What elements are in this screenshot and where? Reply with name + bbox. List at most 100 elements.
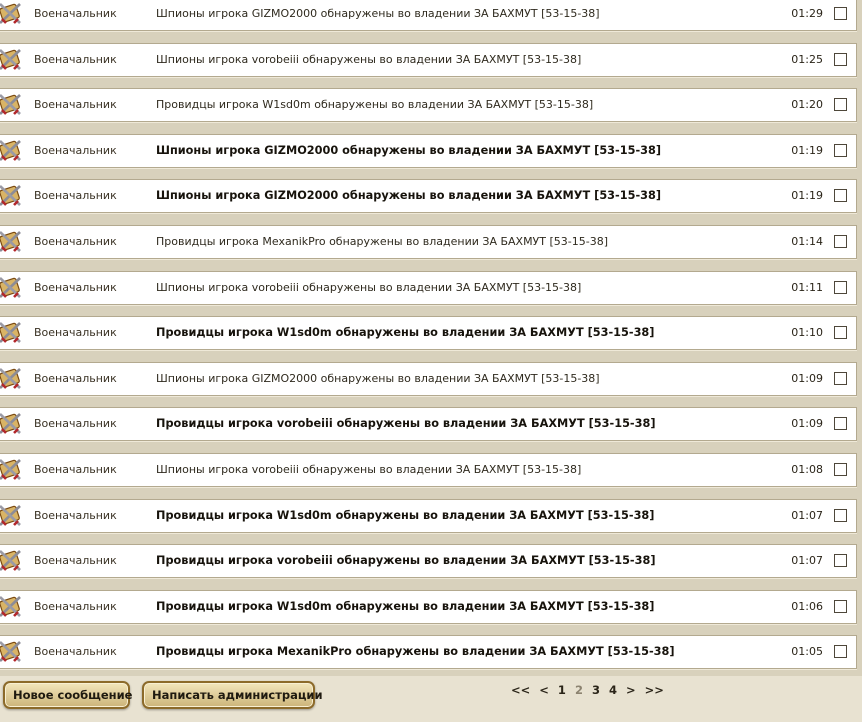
message-row[interactable]: Военачальник Провидцы игрока W1sd0m обна…	[0, 499, 857, 533]
write-admin-button[interactable]: Написать администрации	[142, 681, 323, 709]
message-checkbox[interactable]	[834, 554, 847, 567]
message-sender[interactable]: Военачальник	[34, 363, 117, 395]
message-row[interactable]: Военачальник Провидцы игрока W1sd0m обна…	[0, 590, 857, 624]
message-row[interactable]: Военачальник Провидцы игрока W1sd0m обна…	[0, 88, 857, 122]
message-time: 01:19	[791, 144, 823, 157]
message-subject[interactable]: Шпионы игрока GIZMO2000 обнаружены во вл…	[156, 135, 661, 167]
message-row[interactable]: Военачальник Провидцы игрока vorobeiii о…	[0, 544, 857, 578]
message-checkbox[interactable]	[834, 144, 847, 157]
message-sender[interactable]: Военачальник	[34, 89, 117, 121]
pagination-last[interactable]: >>	[645, 683, 664, 699]
crossed-swords-scroll-icon	[0, 140, 21, 161]
message-subject[interactable]: Шпионы игрока vorobeiii обнаружены во вл…	[156, 272, 581, 304]
message-checkbox[interactable]	[834, 7, 847, 20]
crossed-swords-scroll-icon	[0, 3, 21, 24]
message-row[interactable]: Военачальник Провидцы игрока MexanikPro …	[0, 225, 857, 259]
message-checkbox[interactable]	[834, 281, 847, 294]
crossed-swords-scroll-icon	[0, 505, 21, 526]
message-row[interactable]: Военачальник Шпионы игрока GIZMO2000 обн…	[0, 179, 857, 213]
message-subject[interactable]: Провидцы игрока W1sd0m обнаружены во вла…	[156, 500, 654, 532]
crossed-swords-scroll-icon	[0, 368, 21, 389]
pagination-page-3[interactable]: 3	[592, 683, 600, 699]
message-checkbox[interactable]	[834, 235, 847, 248]
pagination-next[interactable]: >	[626, 683, 636, 699]
message-row[interactable]: Военачальник Шпионы игрока vorobeiii обн…	[0, 43, 857, 77]
message-checkbox[interactable]	[834, 326, 847, 339]
message-footer: Новое сообщение Написать администрации <…	[0, 676, 862, 722]
message-sender[interactable]: Военачальник	[34, 500, 117, 532]
message-sender[interactable]: Военачальник	[34, 44, 117, 76]
message-row[interactable]: Военачальник Провидцы игрока MexanikPro …	[0, 635, 857, 669]
message-row[interactable]: Военачальник Шпионы игрока GIZMO2000 обн…	[0, 362, 857, 396]
message-time: 01:29	[791, 7, 823, 20]
crossed-swords-scroll-icon	[0, 596, 21, 617]
message-sender[interactable]: Военачальник	[34, 180, 117, 212]
message-time: 01:20	[791, 98, 823, 111]
message-checkbox[interactable]	[834, 600, 847, 613]
message-time: 01:09	[791, 417, 823, 430]
message-list: Военачальник Шпионы игрока GIZMO2000 обн…	[0, 0, 862, 676]
message-subject[interactable]: Провидцы игрока vorobeiii обнаружены во …	[156, 545, 656, 577]
message-subject[interactable]: Шпионы игрока GIZMO2000 обнаружены во вл…	[156, 180, 661, 212]
message-time: 01:07	[791, 554, 823, 567]
message-subject[interactable]: Провидцы игрока vorobeiii обнаружены во …	[156, 408, 656, 440]
message-sender[interactable]: Военачальник	[34, 135, 117, 167]
message-checkbox[interactable]	[834, 53, 847, 66]
pagination-page-2-current: 2	[574, 683, 583, 697]
crossed-swords-scroll-icon	[0, 49, 21, 70]
crossed-swords-scroll-icon	[0, 413, 21, 434]
message-row[interactable]: Военачальник Провидцы игрока vorobeiii о…	[0, 407, 857, 441]
message-checkbox[interactable]	[834, 509, 847, 522]
message-sender[interactable]: Военачальник	[34, 591, 117, 623]
message-subject[interactable]: Провидцы игрока W1sd0m обнаружены во вла…	[156, 591, 654, 623]
message-sender[interactable]: Военачальник	[34, 0, 117, 30]
message-subject[interactable]: Провидцы игрока MexanikPro обнаружены во…	[156, 226, 608, 258]
message-time: 01:25	[791, 53, 823, 66]
message-sender[interactable]: Военачальник	[34, 272, 117, 304]
message-sender[interactable]: Военачальник	[34, 636, 117, 668]
message-checkbox[interactable]	[834, 417, 847, 430]
message-time: 01:11	[791, 281, 823, 294]
message-row[interactable]: Военачальник Провидцы игрока W1sd0m обна…	[0, 316, 857, 350]
crossed-swords-scroll-icon	[0, 322, 21, 343]
crossed-swords-scroll-icon	[0, 550, 21, 571]
message-sender[interactable]: Военачальник	[34, 454, 117, 486]
message-time: 01:07	[791, 509, 823, 522]
crossed-swords-scroll-icon	[0, 231, 21, 252]
message-subject[interactable]: Шпионы игрока GIZMO2000 обнаружены во вл…	[156, 363, 600, 395]
message-row[interactable]: Военачальник Шпионы игрока GIZMO2000 обн…	[0, 0, 857, 31]
message-subject[interactable]: Шпионы игрока vorobeiii обнаружены во вл…	[156, 454, 581, 486]
message-row[interactable]: Военачальник Шпионы игрока vorobeiii обн…	[0, 271, 857, 305]
message-checkbox[interactable]	[834, 98, 847, 111]
message-time: 01:08	[791, 463, 823, 476]
crossed-swords-scroll-icon	[0, 277, 21, 298]
message-row[interactable]: Военачальник Шпионы игрока GIZMO2000 обн…	[0, 134, 857, 168]
message-subject[interactable]: Провидцы игрока MexanikPro обнаружены во…	[156, 636, 675, 668]
pagination-first[interactable]: <<	[511, 683, 530, 699]
crossed-swords-scroll-icon	[0, 641, 21, 662]
message-sender[interactable]: Военачальник	[34, 226, 117, 258]
message-sender[interactable]: Военачальник	[34, 545, 117, 577]
message-checkbox[interactable]	[834, 463, 847, 476]
message-subject[interactable]: Шпионы игрока vorobeiii обнаружены во вл…	[156, 44, 581, 76]
message-checkbox[interactable]	[834, 645, 847, 658]
message-time: 01:19	[791, 189, 823, 202]
message-time: 01:06	[791, 600, 823, 613]
pagination-prev[interactable]: <	[539, 683, 549, 699]
message-sender[interactable]: Военачальник	[34, 408, 117, 440]
message-sender[interactable]: Военачальник	[34, 317, 117, 349]
crossed-swords-scroll-icon	[0, 459, 21, 480]
crossed-swords-scroll-icon	[0, 94, 21, 115]
message-time: 01:10	[791, 326, 823, 339]
message-subject[interactable]: Провидцы игрока W1sd0m обнаружены во вла…	[156, 317, 654, 349]
message-checkbox[interactable]	[834, 372, 847, 385]
message-time: 01:05	[791, 645, 823, 658]
message-time: 01:14	[791, 235, 823, 248]
overlay-label: Вы	[376, 15, 391, 26]
pagination-page-4[interactable]: 4	[609, 683, 617, 699]
message-subject[interactable]: Провидцы игрока W1sd0m обнаружены во вла…	[156, 89, 593, 121]
pagination-page-1[interactable]: 1	[558, 683, 566, 699]
message-checkbox[interactable]	[834, 189, 847, 202]
message-row[interactable]: Военачальник Шпионы игрока vorobeiii обн…	[0, 453, 857, 487]
new-message-button[interactable]: Новое сообщение	[3, 681, 132, 709]
